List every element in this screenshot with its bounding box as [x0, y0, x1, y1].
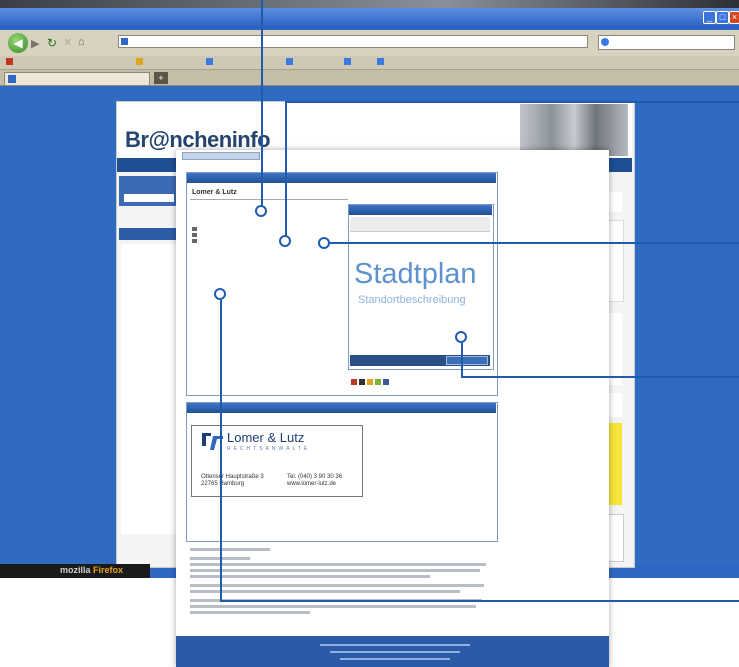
bookmark-icon [286, 58, 293, 65]
business-card-name: Lomer & Lutz [227, 430, 305, 445]
social-icon[interactable] [351, 379, 357, 385]
map-toolbar [350, 217, 490, 232]
url-field[interactable] [118, 35, 588, 48]
map-subtitle: Standortbeschreibung [358, 294, 466, 306]
reload-icon[interactable]: ↻ [47, 36, 57, 50]
footer-links[interactable] [330, 651, 460, 653]
sidebar-panel [121, 244, 177, 534]
callout-marker [255, 205, 267, 217]
tab-active[interactable] [4, 72, 150, 85]
description-text [190, 548, 490, 626]
back-link[interactable] [182, 152, 260, 160]
home-icon[interactable]: ⌂ [78, 36, 85, 48]
footer-copyright [340, 658, 450, 660]
globe-icon [192, 239, 197, 243]
callout-line [330, 242, 739, 244]
tab-favicon-icon [8, 75, 16, 83]
map-enlarge-button[interactable] [446, 356, 488, 365]
window-titlebar [0, 8, 739, 28]
callout-marker [455, 331, 467, 343]
callout-marker [279, 235, 291, 247]
footer-links[interactable] [320, 644, 470, 646]
bookmark-icon [136, 58, 143, 65]
back-button[interactable]: ◀ [8, 33, 28, 53]
close-button[interactable]: × [729, 11, 739, 24]
callout-line [461, 343, 463, 378]
phone-icon [192, 227, 197, 231]
callout-line [461, 376, 739, 378]
company-name: Lomer & Lutz [192, 189, 237, 196]
callout-line [285, 101, 739, 103]
callout-line [220, 600, 739, 602]
maximize-button[interactable]: □ [716, 11, 729, 24]
callout-marker [318, 237, 330, 249]
callout-line [285, 101, 287, 237]
business-card-city: 22765 Hamburg [201, 481, 245, 487]
social-icon[interactable] [359, 379, 365, 385]
business-card-phone: Tel. (040) 3 90 30 36 [287, 474, 343, 480]
callout-line [261, 0, 263, 206]
panel-header [187, 173, 496, 183]
business-card-website: www.lomer-lutz.de [287, 481, 337, 487]
social-icon[interactable] [375, 379, 381, 385]
fax-icon [192, 233, 197, 237]
divider [190, 199, 348, 200]
bookmark-icon [6, 58, 13, 65]
business-card-subtitle: RECHTSANWÄLTE [227, 446, 311, 452]
bookmark-icon [377, 58, 384, 65]
callout-marker [214, 288, 226, 300]
site-favicon-icon [121, 38, 128, 45]
minimize-button[interactable]: _ [703, 11, 716, 24]
social-icon[interactable] [383, 379, 389, 385]
panel-header [187, 403, 496, 413]
sidebar-box-header [119, 228, 179, 240]
map-title: Stadtplan [354, 258, 477, 290]
bookmark-icon [344, 58, 351, 65]
business-card-street: Ottenser Hauptstraße 3 [201, 474, 264, 480]
bookmark-icon [206, 58, 213, 65]
bookmarks-toolbar [0, 56, 739, 70]
stop-icon[interactable]: ✕ [63, 36, 72, 49]
social-icon[interactable] [367, 379, 373, 385]
callout-line [220, 300, 222, 602]
search-input[interactable] [598, 35, 735, 50]
firefox-logo: mozilla Firefox [60, 565, 124, 575]
header-photo [520, 104, 628, 156]
new-tab-button[interactable]: + [154, 72, 168, 84]
map-header [349, 205, 492, 215]
search-engine-icon[interactable] [601, 38, 609, 46]
sidebar-search-input[interactable] [124, 194, 174, 202]
forward-arrow-icon[interactable]: ▶ [31, 37, 39, 50]
